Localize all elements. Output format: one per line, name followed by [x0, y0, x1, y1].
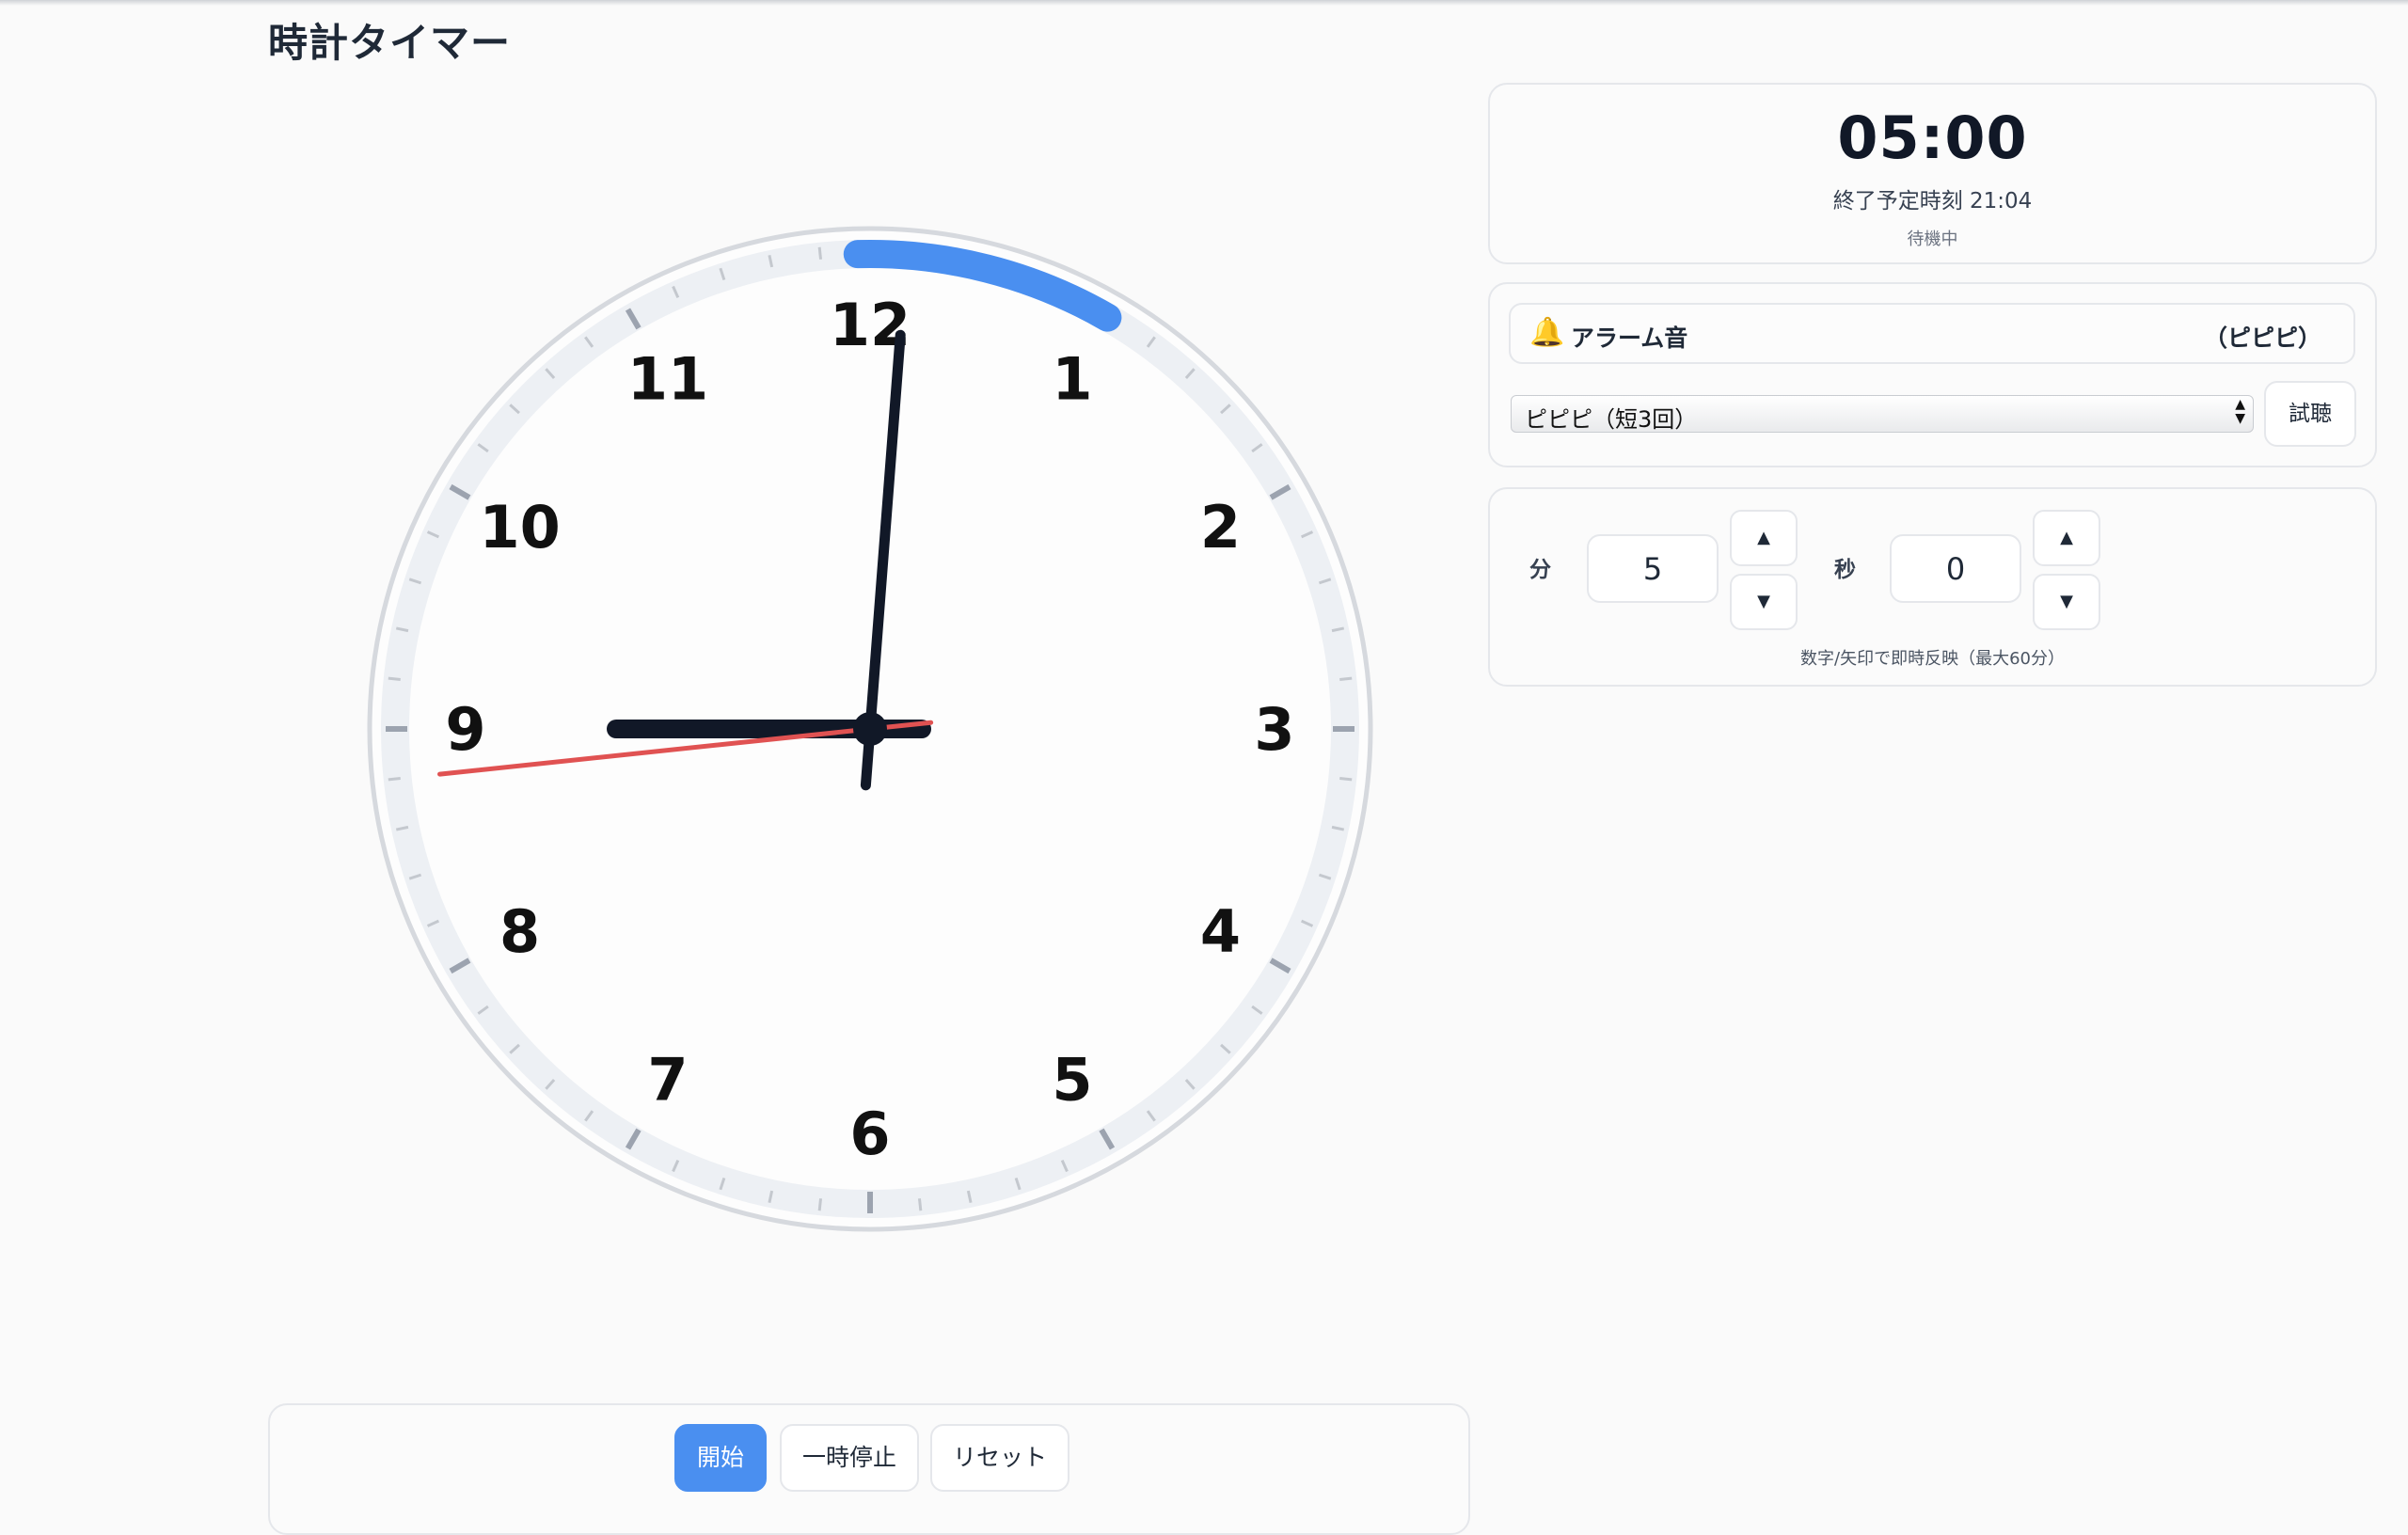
clock-center-pin: [853, 712, 887, 746]
clock-number-2: 2: [1200, 493, 1241, 562]
clock-face: 12 1 2 3 4 5 6 7 8 9 10 11: [357, 216, 1383, 1242]
clock-number-8: 8: [499, 897, 540, 966]
timer-display-card: 05:00 終了予定時刻 21:04 待機中: [1488, 83, 2377, 264]
time-input-card: 分 5 ▲ ▼ 秒 0 ▲ ▼ 数字/矢印で即時反映（最大60分）: [1488, 487, 2377, 687]
bell-icon: 🔔: [1529, 316, 1565, 349]
top-shadow: [0, 0, 2408, 6]
preview-sound-button[interactable]: 試聴: [2264, 381, 2356, 447]
clock-number-7: 7: [647, 1045, 688, 1114]
start-button[interactable]: 開始: [674, 1424, 767, 1492]
countdown-display: 05:00: [1837, 103, 2028, 172]
minor-tick: [388, 776, 401, 782]
alarm-settings-card: 🔔 アラーム音 （ピピピ） ピピピ（短3回） ▲ ▼ 試聴: [1488, 282, 2377, 467]
end-time-value: 21:04: [1970, 189, 2033, 214]
alarm-sound-label: アラーム音: [1571, 324, 1688, 352]
reset-button[interactable]: リセット: [930, 1424, 1069, 1492]
pause-button[interactable]: 一時停止: [780, 1424, 919, 1492]
timer-controls-card: 開始 一時停止 リセット: [268, 1403, 1470, 1535]
minor-tick: [817, 246, 823, 260]
end-time-label: 終了予定時刻: [1832, 189, 1963, 214]
minutes-label: 分: [1529, 558, 1551, 582]
page-title: 時計タイマー: [268, 20, 512, 66]
seconds-label: 秒: [1834, 558, 1856, 582]
input-hint: 数字/矢印で即時反映（最大60分）: [1800, 649, 2065, 669]
minor-tick: [817, 1198, 823, 1211]
clock-number-4: 4: [1200, 897, 1241, 966]
selected-sound-option: ピピピ（短3回）: [1525, 406, 1698, 433]
seconds-decrement-button[interactable]: ▼: [2033, 574, 2100, 630]
minor-tick: [917, 1198, 923, 1211]
minutes-decrement-button[interactable]: ▼: [1730, 574, 1798, 630]
timer-status: 待機中: [1907, 229, 1958, 249]
alarm-sound-header[interactable]: 🔔 アラーム音 （ピピピ）: [1509, 303, 2355, 364]
minutes-increment-button[interactable]: ▲: [1730, 510, 1798, 566]
select-arrows-icon: ▲ ▼: [2235, 397, 2245, 426]
minor-tick: [1339, 676, 1353, 682]
clock-number-10: 10: [479, 493, 560, 562]
clock-number-3: 3: [1254, 695, 1294, 764]
end-time-row: 終了予定時刻 21:04: [1490, 182, 2375, 214]
clock-number-9: 9: [445, 695, 485, 764]
current-alarm-sound: （ピピピ）: [2203, 324, 2321, 352]
clock-number-11: 11: [627, 345, 708, 414]
seconds-input[interactable]: 0: [1890, 534, 2021, 603]
minor-tick: [1339, 776, 1353, 782]
clock-number-6: 6: [849, 1100, 890, 1168]
minor-tick: [388, 676, 401, 682]
clock-number-1: 1: [1052, 345, 1092, 414]
alarm-sound-select[interactable]: ピピピ（短3回） ▲ ▼: [1511, 395, 2254, 433]
clock-number-5: 5: [1052, 1045, 1092, 1114]
minutes-input[interactable]: 5: [1587, 534, 1719, 603]
seconds-increment-button[interactable]: ▲: [2033, 510, 2100, 566]
